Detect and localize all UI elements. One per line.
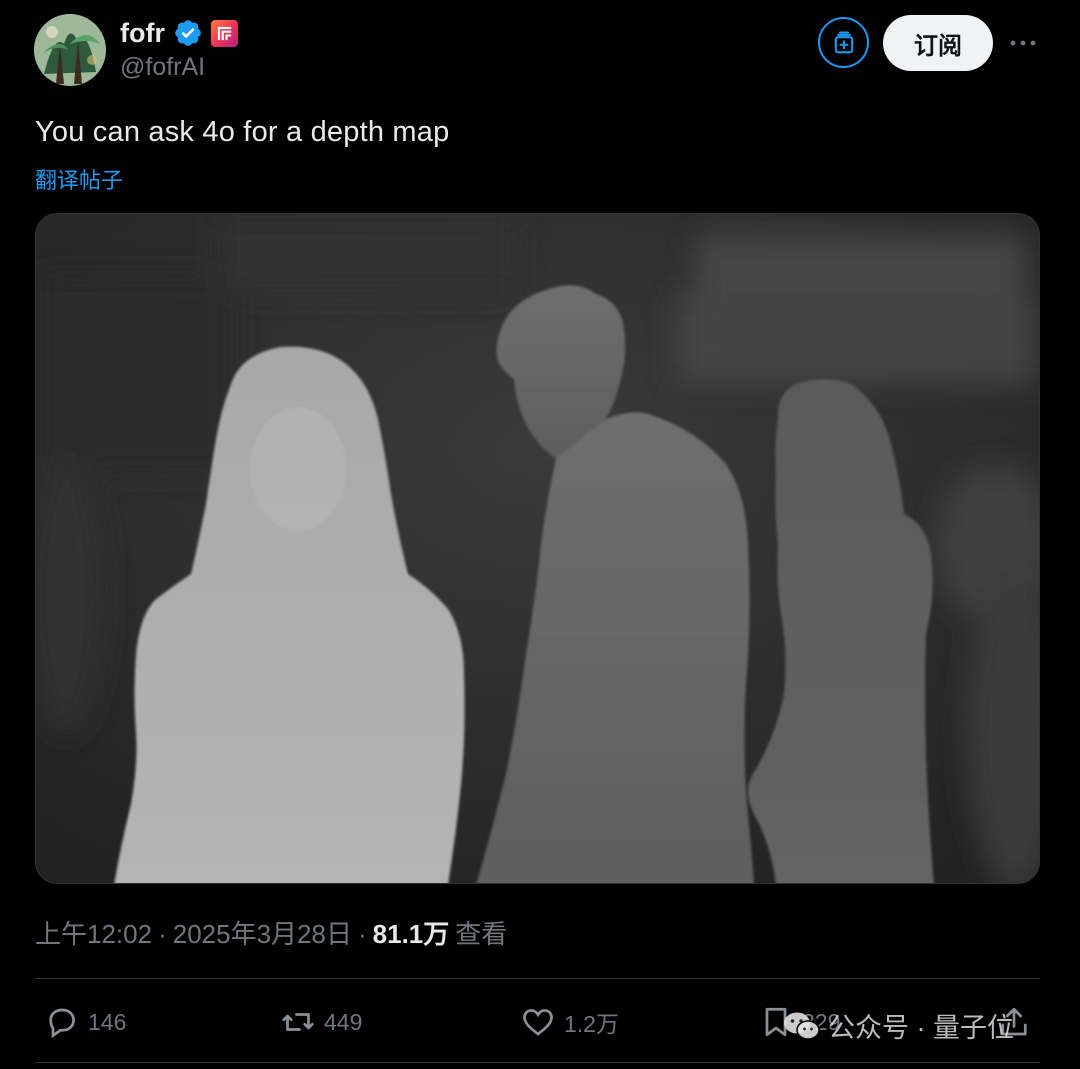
tweet-media[interactable] — [35, 213, 1040, 884]
tweet-meta: 上午12:02 · 2025年3月28日 · 81.1万 查看 — [35, 914, 507, 951]
depth-map-image — [36, 214, 1039, 883]
heart-icon — [523, 1009, 553, 1036]
tweet-time[interactable]: 上午12:02 — [35, 914, 152, 951]
tweet-card: fofr @fofrAI 订阅 You can ask 4o for a dep… — [0, 0, 1080, 1069]
tweet-text: You can ask 4o for a depth map — [35, 116, 450, 148]
like-count: 1.2万 — [564, 1011, 619, 1037]
watermark: 公众号 · 量子位 — [782, 1006, 1014, 1045]
views-count[interactable]: 81.1万 — [373, 914, 450, 951]
display-name[interactable]: fofr — [120, 18, 165, 49]
repost-count: 449 — [324, 1008, 363, 1035]
replicate-logo-icon[interactable] — [210, 19, 238, 47]
repost-button[interactable]: 449 — [280, 1000, 362, 1044]
meta-separator: · — [357, 919, 367, 949]
views-label: 查看 — [455, 919, 508, 949]
divider-bottom — [35, 1062, 1040, 1063]
reply-icon — [49, 1008, 75, 1039]
avatar-image — [34, 14, 106, 86]
subscribe-button[interactable]: 订阅 — [883, 15, 993, 71]
translate-post-link[interactable]: 翻译帖子 — [35, 163, 123, 195]
tweet-date[interactable]: 2025年3月28日 — [173, 914, 352, 951]
meta-separator: · — [158, 919, 167, 949]
verified-badge-icon[interactable] — [173, 18, 203, 48]
author-name-row: fofr — [120, 16, 238, 50]
watermark-text: 公众号 · 量子位 — [828, 1013, 1014, 1043]
reply-count: 146 — [88, 1008, 127, 1035]
reply-button[interactable]: 146 — [44, 1000, 126, 1044]
wechat-logo-icon — [782, 1010, 820, 1042]
like-button[interactable]: 1.2万 — [520, 1000, 619, 1044]
subscribe-icon-button[interactable] — [818, 17, 869, 68]
more-icon[interactable] — [1008, 28, 1038, 58]
repost-icon — [282, 1013, 314, 1031]
subscribe-icon — [834, 30, 853, 53]
avatar[interactable] — [34, 14, 106, 86]
divider-top — [35, 978, 1040, 979]
handle[interactable]: @fofrAI — [120, 53, 205, 82]
